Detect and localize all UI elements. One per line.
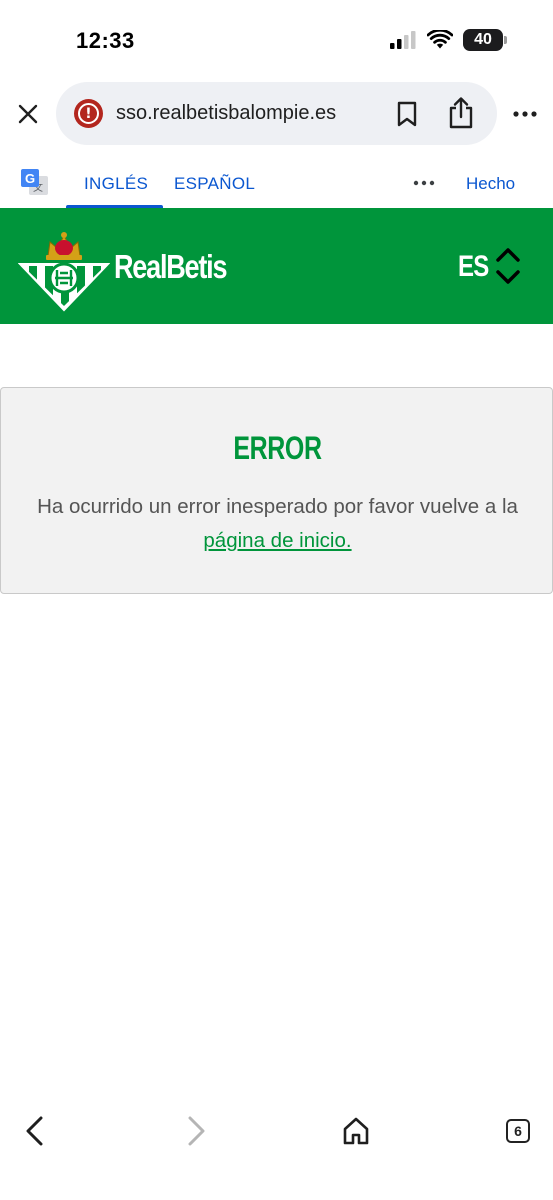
brand-name: RealBetis bbox=[114, 248, 227, 285]
error-title: ERROR bbox=[233, 430, 322, 466]
translate-options-button[interactable] bbox=[412, 172, 436, 194]
forward-icon bbox=[188, 1116, 205, 1146]
language-selector[interactable]: ES bbox=[456, 244, 528, 288]
close-tab-button[interactable] bbox=[12, 98, 44, 130]
chevron-up-down-icon bbox=[496, 248, 520, 284]
status-icons: 40 bbox=[389, 29, 507, 51]
tab-target-language[interactable]: ESPAÑOL bbox=[174, 174, 255, 194]
google-translate-icon: 文 G bbox=[21, 169, 48, 195]
home-page-link[interactable]: página de inicio. bbox=[203, 529, 351, 552]
bookmark-icon bbox=[397, 101, 417, 127]
address-bar[interactable]: ! sso.realbetisbalompie.es bbox=[56, 82, 497, 145]
error-message-text: Ha ocurrido un error inesperado por favo… bbox=[37, 495, 518, 518]
error-message: Ha ocurrido un error inesperado por favo… bbox=[21, 490, 534, 558]
more-horizontal-icon bbox=[413, 180, 435, 186]
real-betis-crest-logo[interactable] bbox=[18, 226, 110, 312]
share-button[interactable] bbox=[446, 96, 476, 130]
site-header: RealBetis ES bbox=[0, 208, 553, 324]
share-icon bbox=[449, 97, 473, 129]
tab-count: 6 bbox=[514, 1123, 522, 1139]
status-bar: 12:33 40 bbox=[0, 0, 553, 80]
translate-bar: 文 G INGLÉS ESPAÑOL Hecho bbox=[0, 156, 553, 208]
battery-icon: 40 bbox=[463, 29, 507, 51]
tab-source-language[interactable]: INGLÉS bbox=[84, 174, 148, 194]
status-time: 12:33 bbox=[76, 28, 135, 53]
bookmark-button[interactable] bbox=[394, 100, 420, 128]
home-icon bbox=[343, 1117, 369, 1145]
svg-text:G: G bbox=[25, 171, 35, 186]
back-icon bbox=[26, 1116, 43, 1146]
home-button[interactable] bbox=[338, 1114, 374, 1148]
error-card: ERROR Ha ocurrido un error inesperado po… bbox=[0, 387, 553, 594]
bottom-toolbar: 6 bbox=[0, 1100, 553, 1200]
browser-menu-button[interactable] bbox=[512, 102, 538, 126]
cellular-signal-icon bbox=[390, 31, 416, 49]
tabs-icon: 6 bbox=[506, 1119, 530, 1143]
tab-switcher-button[interactable]: 6 bbox=[500, 1114, 536, 1148]
wifi-icon bbox=[427, 30, 453, 49]
translate-done-button[interactable]: Hecho bbox=[466, 174, 515, 194]
forward-button[interactable] bbox=[178, 1114, 214, 1148]
dangerous-site-icon[interactable]: ! bbox=[74, 99, 103, 128]
more-horizontal-icon bbox=[513, 111, 537, 117]
back-button[interactable] bbox=[18, 1114, 54, 1148]
url-text[interactable]: sso.realbetisbalompie.es bbox=[116, 102, 336, 125]
language-code: ES bbox=[458, 250, 489, 283]
battery-level: 40 bbox=[474, 31, 492, 48]
browser-url-row: ! sso.realbetisbalompie.es bbox=[0, 80, 553, 148]
close-icon bbox=[18, 104, 38, 124]
